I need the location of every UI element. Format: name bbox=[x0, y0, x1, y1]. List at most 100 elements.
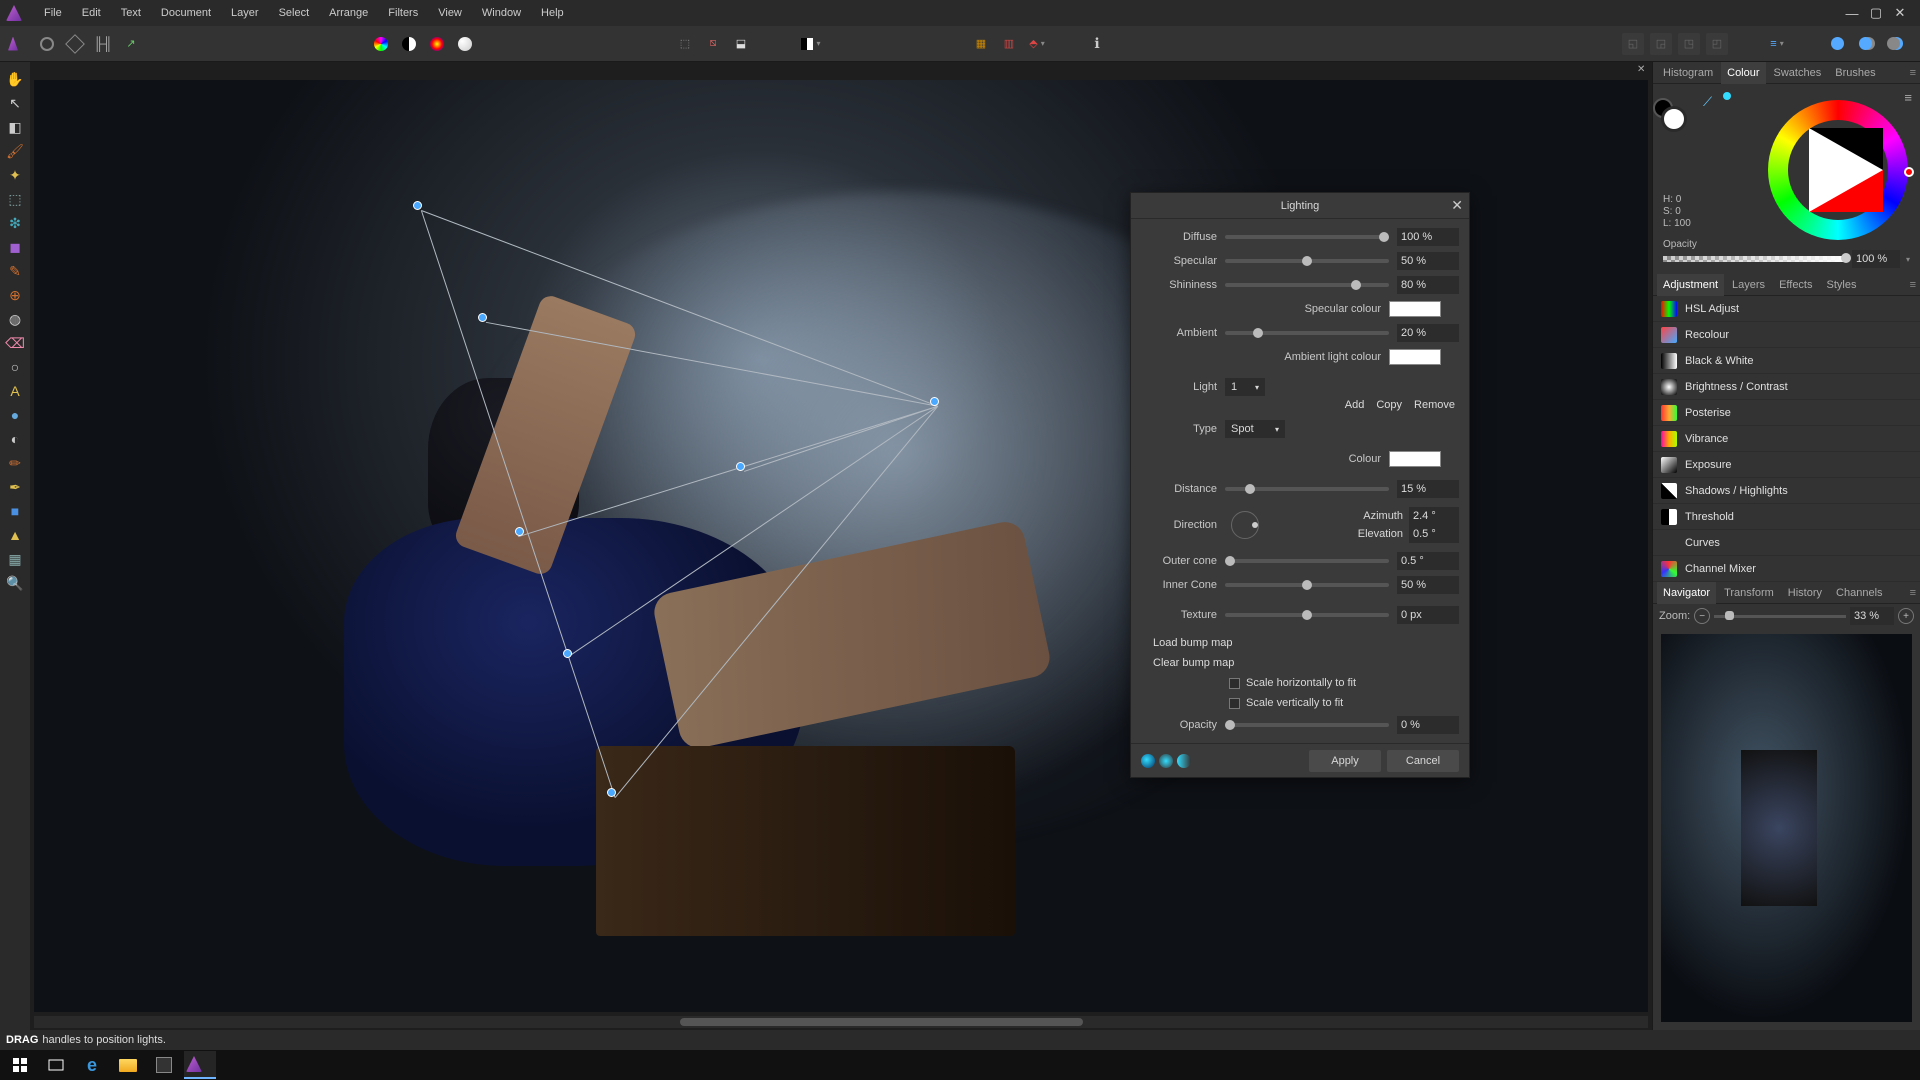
ambient-value[interactable]: 20 % bbox=[1397, 324, 1459, 342]
tab-adjustment[interactable]: Adjustment bbox=[1657, 274, 1724, 296]
maximize-window[interactable]: ▢ bbox=[1868, 5, 1884, 21]
vector-tool[interactable]: ▲ bbox=[4, 524, 26, 546]
tone-map-persona-icon[interactable]: ╟╢ bbox=[92, 33, 114, 55]
preview-point-icon[interactable] bbox=[1159, 754, 1173, 768]
dodge-tool[interactable]: ○ bbox=[4, 356, 26, 378]
menu-layer[interactable]: Layer bbox=[221, 0, 269, 26]
load-bump-button[interactable]: Load bump map bbox=[1149, 637, 1237, 649]
menu-file[interactable]: File bbox=[34, 0, 72, 26]
adjustment-recolour[interactable]: Recolour bbox=[1653, 322, 1920, 348]
outer-cone-slider[interactable] bbox=[1225, 559, 1389, 563]
paint-tool[interactable]: ✒ bbox=[4, 476, 26, 498]
primary-colour-swatch[interactable] bbox=[1661, 106, 1687, 132]
clear-bump-button[interactable]: Clear bump map bbox=[1149, 657, 1238, 669]
quick-mask-icon[interactable]: ⬓ bbox=[730, 33, 752, 55]
move-tool[interactable]: ↖ bbox=[4, 92, 26, 114]
inner-cone-value[interactable]: 50 % bbox=[1397, 576, 1459, 594]
snap-menu-icon[interactable]: ⬘ bbox=[1026, 33, 1048, 55]
lighting-opacity-slider[interactable] bbox=[1225, 723, 1389, 727]
bool-intersect-icon[interactable] bbox=[1882, 33, 1904, 55]
inner-cone-slider[interactable] bbox=[1225, 583, 1389, 587]
diffuse-value[interactable]: 100 % bbox=[1397, 228, 1459, 246]
panel-menu-icon[interactable]: ≡ bbox=[1910, 67, 1916, 79]
adjustment-curves[interactable]: Curves bbox=[1653, 530, 1920, 556]
adjustment-exposure[interactable]: Exposure bbox=[1653, 452, 1920, 478]
text-tool[interactable]: A bbox=[4, 380, 26, 402]
zoom-out-button[interactable]: − bbox=[1694, 608, 1710, 624]
copy-light-button[interactable]: Copy bbox=[1372, 399, 1406, 411]
adjustment-vibrance[interactable]: Vibrance bbox=[1653, 426, 1920, 452]
azimuth-value[interactable]: 2.4 ° bbox=[1409, 507, 1459, 525]
shape-tool[interactable]: ■ bbox=[4, 500, 26, 522]
distance-value[interactable]: 15 % bbox=[1397, 480, 1459, 498]
bool-subtract-icon[interactable] bbox=[1854, 33, 1876, 55]
distance-slider[interactable] bbox=[1225, 487, 1389, 491]
arrange-back-icon[interactable]: ◱ bbox=[1622, 33, 1644, 55]
apply-button[interactable]: Apply bbox=[1309, 750, 1381, 772]
ambient-colour-swatch[interactable] bbox=[1389, 349, 1441, 365]
clone-tool[interactable]: ✦ bbox=[4, 164, 26, 186]
photo-persona-icon[interactable] bbox=[8, 33, 30, 55]
tab-effects[interactable]: Effects bbox=[1773, 274, 1818, 296]
brush-tool[interactable]: 🖌 bbox=[4, 140, 26, 162]
minimize-window[interactable]: — bbox=[1844, 5, 1860, 21]
close-window[interactable]: ✕ bbox=[1892, 5, 1908, 21]
shininess-slider[interactable] bbox=[1225, 283, 1389, 287]
pencil-tool[interactable]: ✏ bbox=[4, 452, 26, 474]
eyedropper-icon[interactable]: ⟋ bbox=[1703, 94, 1712, 110]
shininess-value[interactable]: 80 % bbox=[1397, 276, 1459, 294]
sponge-tool[interactable]: ◐ bbox=[4, 428, 26, 450]
tab-channels[interactable]: Channels bbox=[1830, 582, 1888, 604]
panel-menu-icon[interactable]: ≡ bbox=[1904, 90, 1912, 105]
start-button[interactable] bbox=[4, 1051, 36, 1079]
ambient-slider[interactable] bbox=[1225, 331, 1389, 335]
menu-arrange[interactable]: Arrange bbox=[319, 0, 378, 26]
zoom-value[interactable]: 33 % bbox=[1850, 607, 1894, 625]
flood-select-tool[interactable]: ❇ bbox=[4, 212, 26, 234]
panel-menu-icon[interactable]: ≡ bbox=[1910, 587, 1916, 599]
patch-tool[interactable]: ◍ bbox=[4, 308, 26, 330]
menu-select[interactable]: Select bbox=[269, 0, 320, 26]
add-light-button[interactable]: Add bbox=[1341, 399, 1369, 411]
light-handle[interactable] bbox=[563, 649, 572, 658]
lighting-opacity-value[interactable]: 0 % bbox=[1397, 716, 1459, 734]
preview-directional-icon[interactable] bbox=[1177, 754, 1191, 768]
bool-add-icon[interactable] bbox=[1826, 33, 1848, 55]
zoom-slider[interactable] bbox=[1714, 615, 1846, 618]
marquee-tool[interactable]: ⬚ bbox=[4, 188, 26, 210]
light-handle[interactable] bbox=[413, 201, 422, 210]
edge-icon[interactable]: e bbox=[76, 1051, 108, 1079]
develop-persona-icon[interactable] bbox=[64, 33, 86, 55]
specular-slider[interactable] bbox=[1225, 259, 1389, 263]
explorer-icon[interactable] bbox=[112, 1051, 144, 1079]
tab-layers[interactable]: Layers bbox=[1726, 274, 1771, 296]
canvas-h-scroll[interactable] bbox=[34, 1016, 1648, 1028]
zoom-in-button[interactable]: + bbox=[1898, 608, 1914, 624]
arrange-forward-icon[interactable]: ◳ bbox=[1678, 33, 1700, 55]
adjustment-threshold[interactable]: Threshold bbox=[1653, 504, 1920, 530]
snap-grid-icon[interactable]: ▦ bbox=[970, 33, 992, 55]
adjustment-black-white[interactable]: Black & White bbox=[1653, 348, 1920, 374]
scale-v-checkbox[interactable] bbox=[1229, 698, 1240, 709]
light-select[interactable]: 1▾ bbox=[1225, 378, 1265, 396]
menu-view[interactable]: View bbox=[428, 0, 472, 26]
light-handle[interactable] bbox=[930, 397, 939, 406]
arrange-backward-icon[interactable]: ◲ bbox=[1650, 33, 1672, 55]
menu-edit[interactable]: Edit bbox=[72, 0, 111, 26]
store-icon[interactable] bbox=[148, 1051, 180, 1079]
tab-swatches[interactable]: Swatches bbox=[1768, 62, 1828, 84]
eraser-tool[interactable]: ⌫ bbox=[4, 332, 26, 354]
adjustment-shadows-highlights[interactable]: Shadows / Highlights bbox=[1653, 478, 1920, 504]
zoom-tool[interactable]: 🔍 bbox=[4, 572, 26, 594]
gradient-tool[interactable]: ◼ bbox=[4, 236, 26, 258]
colour-wheel[interactable] bbox=[1768, 100, 1908, 240]
dialog-close-icon[interactable]: ✕ bbox=[1451, 197, 1463, 214]
heal-tool[interactable]: ⊕ bbox=[4, 284, 26, 306]
type-select[interactable]: Spot▾ bbox=[1225, 420, 1285, 438]
adjustment-hsl-adjust[interactable]: HSL Adjust bbox=[1653, 296, 1920, 322]
swatch-1-icon[interactable] bbox=[370, 33, 392, 55]
light-handle[interactable] bbox=[478, 313, 487, 322]
tab-transform[interactable]: Transform bbox=[1718, 582, 1780, 604]
opacity-slider[interactable] bbox=[1663, 256, 1846, 262]
pen-tool[interactable]: ✎ bbox=[4, 260, 26, 282]
